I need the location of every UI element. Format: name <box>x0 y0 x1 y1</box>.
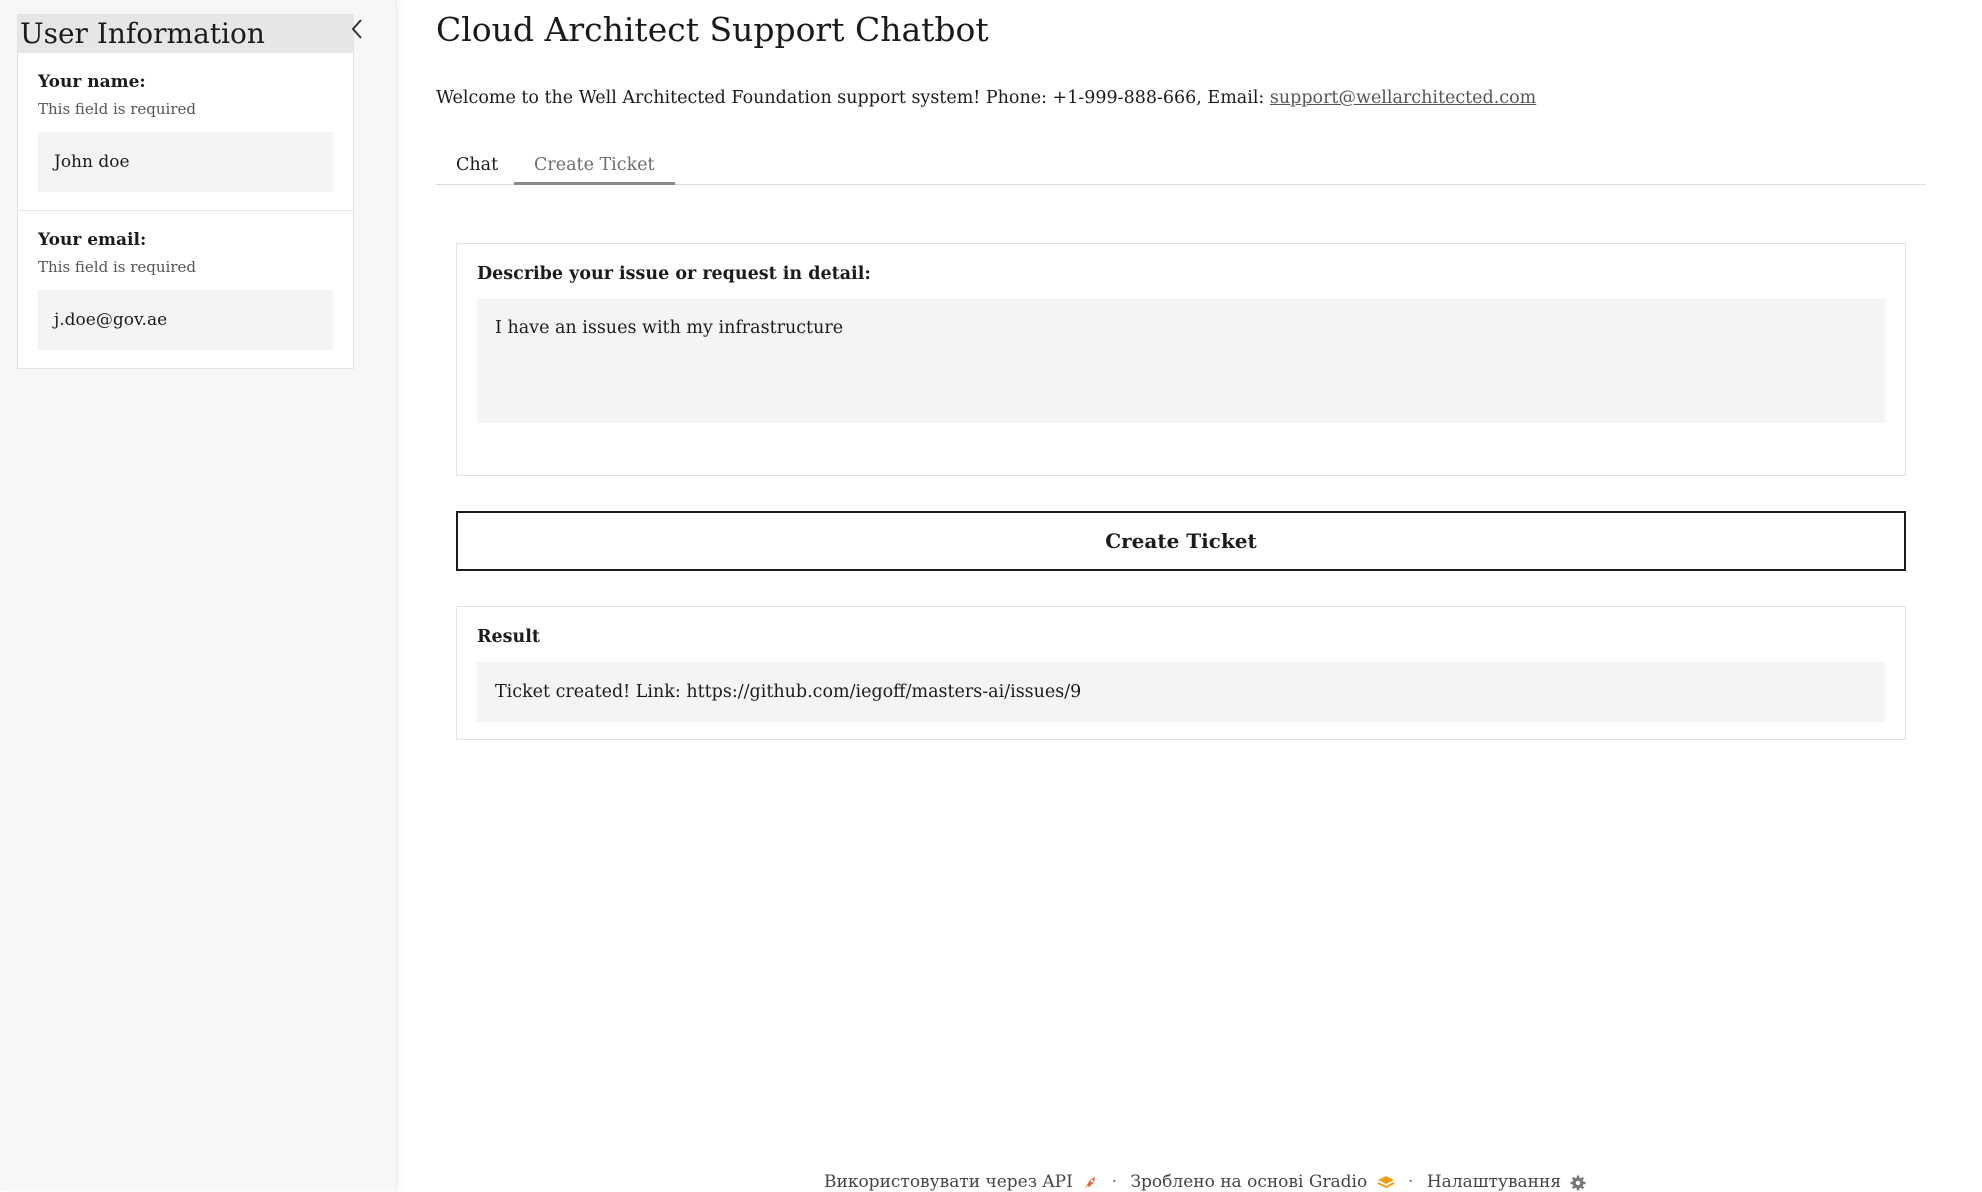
footer-separator: · <box>1111 1172 1118 1192</box>
tab-bar: Chat Create Ticket <box>436 146 1926 185</box>
settings-link[interactable]: Налаштування <box>1427 1172 1587 1192</box>
gradio-logo-icon <box>1377 1175 1395 1188</box>
result-output: Ticket created! Link: https://github.com… <box>477 662 1885 722</box>
tab-chat[interactable]: Chat <box>456 146 498 184</box>
footer-separator: · <box>1408 1172 1414 1192</box>
create-ticket-button[interactable]: Create Ticket <box>456 511 1906 571</box>
gradio-link[interactable]: Зроблено на основі Gradio <box>1130 1172 1400 1192</box>
gear-icon <box>1570 1175 1586 1190</box>
api-link[interactable]: Використовувати через API <box>824 1172 1104 1192</box>
result-label: Result <box>477 627 540 647</box>
chevron-left-icon <box>351 19 362 39</box>
gradio-link-label: Зроблено на основі Gradio <box>1130 1172 1368 1192</box>
page-title: Cloud Architect Support Chatbot <box>436 10 989 49</box>
issue-label: Describe your issue or request in detail… <box>477 264 871 284</box>
name-input[interactable]: John doe <box>38 132 333 192</box>
tab-create-ticket[interactable]: Create Ticket <box>514 146 675 185</box>
name-hint: This field is required <box>38 100 196 118</box>
email-field-block: Your email: This field is required j.doe… <box>18 211 353 368</box>
sidebar-title: User Information <box>18 15 353 53</box>
email-input[interactable]: j.doe@gov.ae <box>38 290 333 350</box>
footer: Використовувати через API · Зроблено на … <box>824 1172 1586 1192</box>
name-label: Your name: <box>38 72 146 92</box>
issue-card: Describe your issue or request in detail… <box>456 243 1906 476</box>
welcome-text: Welcome to the Well Architected Foundati… <box>436 88 1270 108</box>
api-link-label: Використовувати через API <box>824 1172 1073 1192</box>
sidebar: User Information Your name: This field i… <box>0 0 397 1191</box>
result-card: Result Ticket created! Link: https://git… <box>456 606 1906 740</box>
issue-textarea[interactable]: I have an issues with my infrastructure <box>477 299 1885 423</box>
welcome-message: Welcome to the Well Architected Foundati… <box>436 88 1536 108</box>
sidebar-collapse-button[interactable] <box>346 14 370 44</box>
name-field-block: Your name: This field is required John d… <box>18 53 353 211</box>
email-label: Your email: <box>38 230 147 250</box>
rocket-icon <box>1084 1176 1096 1189</box>
user-info-panel: User Information Your name: This field i… <box>17 14 354 369</box>
support-email-link[interactable]: support@wellarchitected.com <box>1270 88 1536 108</box>
settings-link-label: Налаштування <box>1426 1172 1562 1192</box>
email-hint: This field is required <box>38 258 196 276</box>
